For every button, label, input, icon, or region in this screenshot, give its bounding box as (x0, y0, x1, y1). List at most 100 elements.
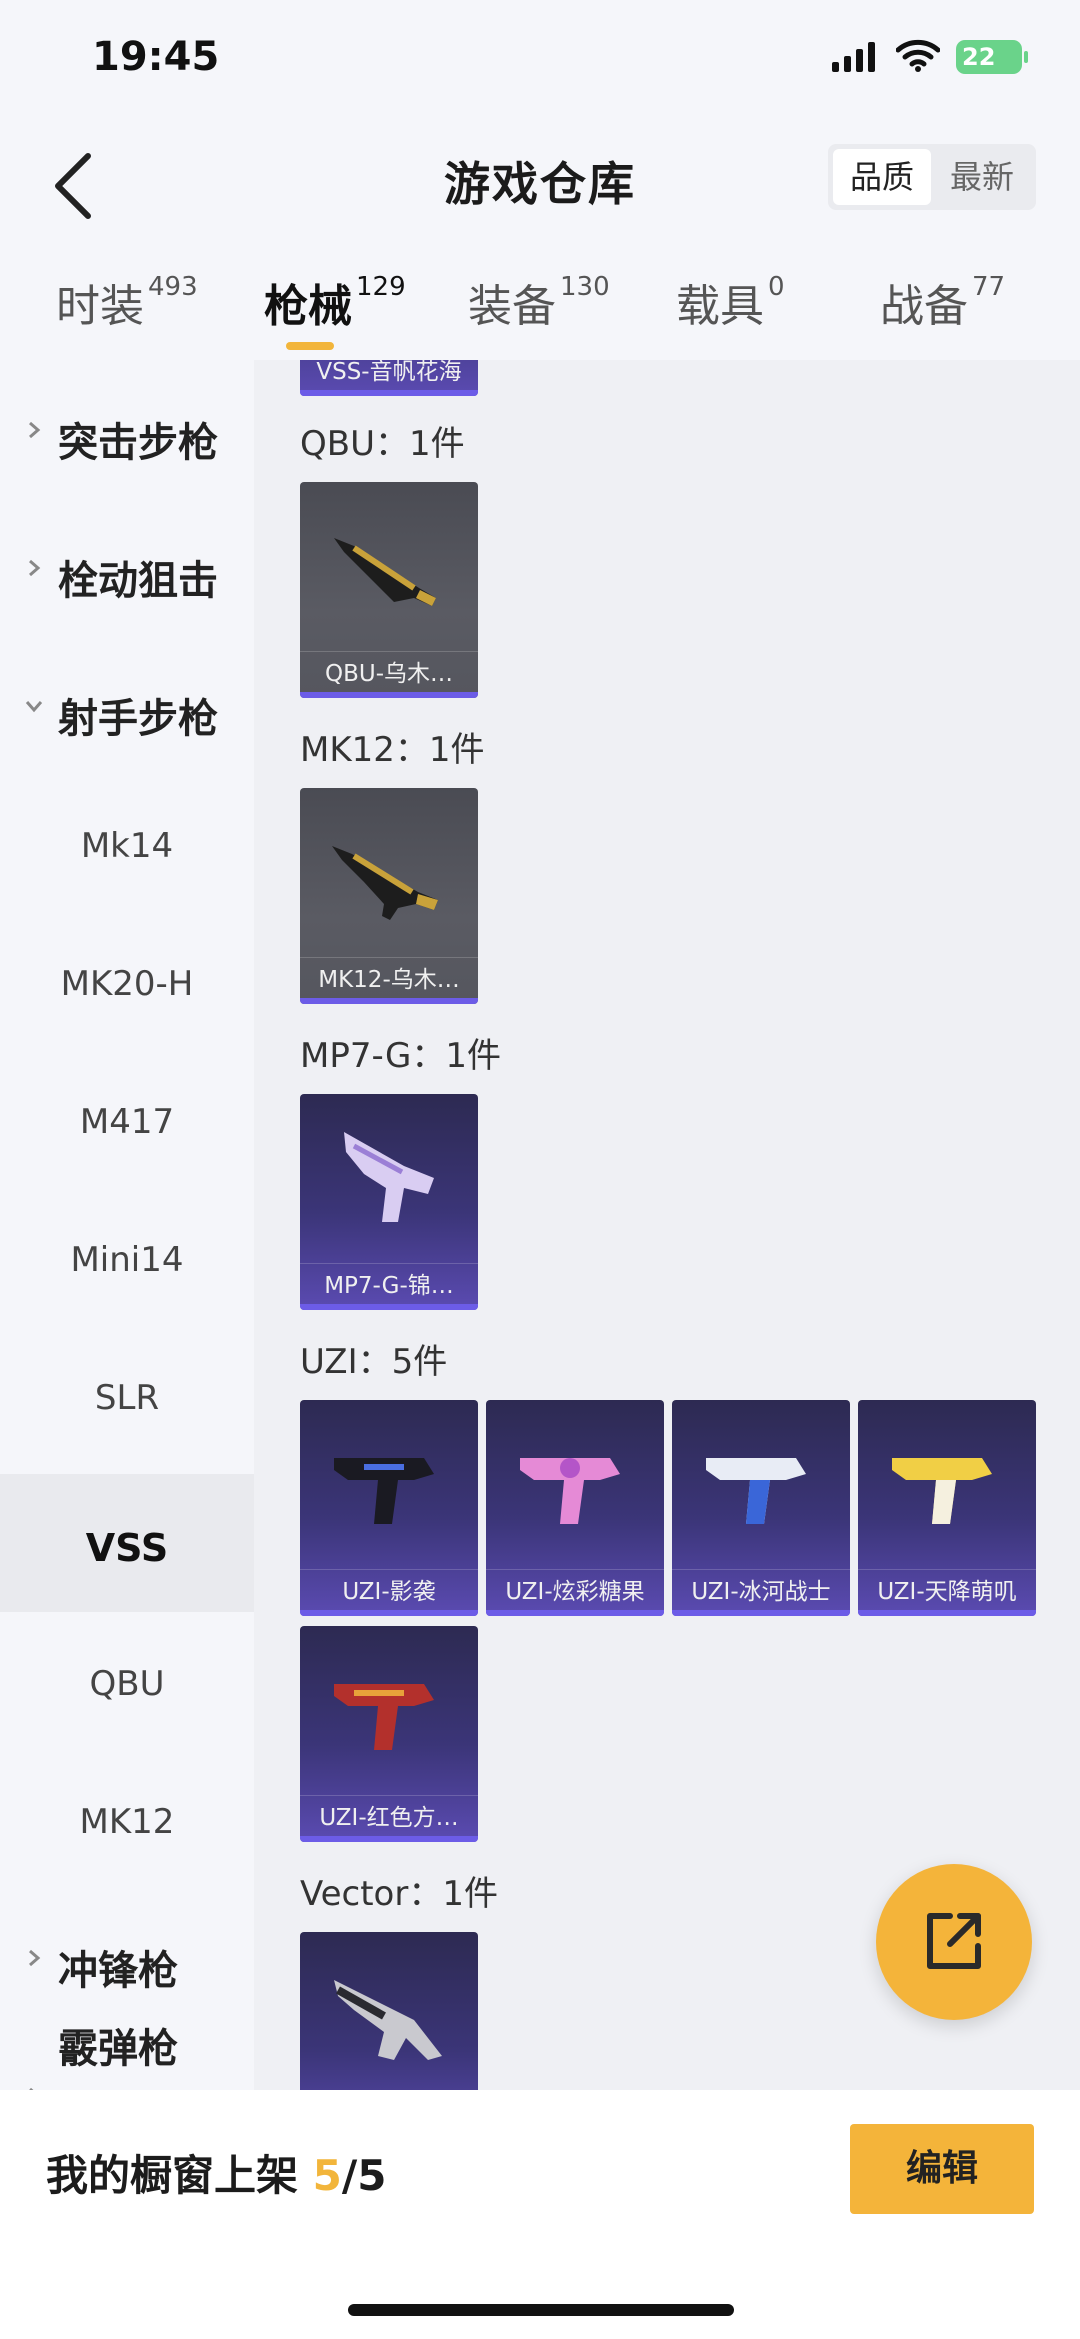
header: 游戏仓库 品质 最新 时装 493 枪械 129 装备 130 载具 0 战备 77 (0, 120, 1080, 360)
item-name: MP7-G-锦… (324, 1273, 454, 1299)
item-card[interactable]: UZI-红色方… (300, 1626, 478, 1842)
tab-label: 战备 (880, 281, 968, 332)
tab-label: 时装 (56, 281, 144, 332)
category-tabs: 时装 493 枪械 129 装备 130 载具 0 战备 77 (0, 270, 1080, 360)
sidebar-category-assault-rifle[interactable]: 突击步枪 (0, 360, 254, 498)
smg-icon (334, 1980, 442, 2060)
status-time: 19:45 (92, 34, 220, 80)
tab-count: 77 (972, 272, 1006, 302)
group-title: QBU：1件 (300, 424, 465, 464)
rarity-strip (300, 1610, 478, 1616)
item-name: UZI-天降萌叽 (877, 1579, 1017, 1605)
chevron-right-icon (29, 421, 41, 439)
sort-toggle: 品质 最新 (828, 144, 1036, 210)
sidebar-item-mini14[interactable]: Mini14 (0, 1188, 254, 1326)
tab-count: 129 (356, 272, 406, 302)
sidebar-item-label: M417 (79, 1102, 175, 1142)
showcase-total: /5 (341, 2151, 387, 2200)
card-divider (300, 957, 478, 958)
rarity-strip (300, 998, 478, 1004)
sidebar-category-label: 冲锋枪 (58, 1948, 178, 1994)
item-card[interactable]: VSS-音帆花海 (300, 360, 478, 396)
edit-button[interactable]: 编辑 (850, 2124, 1034, 2214)
tab-label: 装备 (468, 281, 556, 332)
smg-icon (344, 1132, 434, 1222)
sidebar-item-m417[interactable]: M417 (0, 1050, 254, 1188)
uzi-icon (334, 1684, 434, 1750)
tab-count: 493 (148, 272, 198, 302)
item-name: UZI-冰河战士 (691, 1579, 831, 1605)
sort-quality-button[interactable]: 品质 (833, 149, 931, 205)
sidebar-category-shotgun[interactable]: 霰弹枪 (0, 2026, 254, 2090)
sidebar-item-mk12[interactable]: MK12 (0, 1750, 254, 1888)
sidebar-item-label: SLR (94, 1378, 160, 1418)
sidebar-category-smg[interactable]: 冲锋枪 (0, 1888, 254, 2026)
uzi-icon (706, 1458, 806, 1524)
rifle-icon (332, 846, 438, 920)
status-bar: 19:45 22 (0, 0, 1080, 120)
item-card[interactable] (300, 1932, 478, 2090)
rarity-strip (300, 1304, 478, 1310)
sidebar-item-slr[interactable]: SLR (0, 1326, 254, 1464)
sidebar-item-label: VSS (85, 1526, 169, 1570)
chevron-right-icon (29, 1949, 41, 1967)
share-fab[interactable] (876, 1864, 1032, 2020)
rarity-strip (300, 692, 478, 698)
card-divider (300, 651, 478, 652)
chevron-down-icon (25, 701, 43, 713)
item-card[interactable]: UZI-影袭 (300, 1400, 478, 1616)
chevron-right-icon (29, 559, 41, 577)
rarity-strip (486, 1610, 664, 1616)
sidebar-item-mk20h[interactable]: MK20-H (0, 912, 254, 1050)
rarity-strip (300, 1836, 478, 1842)
group-title: UZI：5件 (300, 1342, 448, 1382)
card-divider (858, 1569, 1036, 1570)
tab-fashion[interactable]: 时装 493 (56, 270, 198, 360)
tab-count: 0 (768, 272, 785, 302)
uzi-icon (892, 1458, 992, 1524)
tab-supplies[interactable]: 战备 77 (880, 270, 1005, 360)
sidebar-item-qbu[interactable]: QBU (0, 1612, 254, 1750)
item-card[interactable]: MK12-乌木… (300, 788, 478, 1004)
item-name: VSS-音帆花海 (316, 360, 462, 385)
tab-equipment[interactable]: 装备 130 (468, 270, 610, 360)
uzi-icon (334, 1458, 434, 1524)
sidebar-item-label: QBU (89, 1664, 165, 1704)
item-list: VSS-音帆花海 QBU：1件 QBU-乌木… MK12：1件 MK12-乌木…… (254, 360, 1080, 2090)
sidebar-item-label: MK20-H (60, 964, 194, 1004)
item-card[interactable]: UZI-冰河战士 (672, 1400, 850, 1616)
wifi-icon (896, 39, 940, 72)
rarity-strip (858, 1610, 1036, 1616)
sidebar-category-marksman-rifle[interactable]: 射手步枪 (0, 636, 254, 774)
item-name: UZI-影袭 (342, 1579, 436, 1605)
tab-label: 载具 (676, 281, 764, 332)
sort-newest-button[interactable]: 最新 (933, 149, 1031, 205)
card-divider (300, 1795, 478, 1796)
item-card[interactable]: MP7-G-锦… (300, 1094, 478, 1310)
sidebar-item-label: Mini14 (70, 1240, 184, 1280)
item-card[interactable]: UZI-炫彩糖果 (486, 1400, 664, 1616)
showcase-label: 我的橱窗上架 5/5 (46, 2142, 386, 2203)
item-name: UZI-炫彩糖果 (505, 1579, 645, 1605)
sidebar-category-label: 突击步枪 (58, 420, 218, 466)
sidebar-category-label: 霰弹枪 (58, 2026, 178, 2072)
home-indicator[interactable] (348, 2304, 734, 2316)
item-card[interactable]: QBU-乌木… (300, 482, 478, 698)
uzi-icon (520, 1458, 620, 1524)
sidebar-item-label: MK12 (79, 1802, 175, 1842)
tab-guns[interactable]: 枪械 129 (264, 270, 406, 360)
tab-vehicles[interactable]: 载具 0 (676, 270, 785, 360)
tab-active-indicator (286, 342, 334, 350)
sidebar-category-label: 栓动狙击 (58, 558, 218, 604)
sidebar-item-vss[interactable]: VSS (0, 1474, 254, 1612)
item-name: UZI-红色方… (319, 1805, 459, 1831)
showcase-count: 5 (312, 2151, 342, 2200)
card-divider (672, 1569, 850, 1570)
battery-icon: 22 (956, 40, 1028, 74)
item-card[interactable]: UZI-天降萌叽 (858, 1400, 1036, 1616)
bottom-bar: 我的橱窗上架 5/5 编辑 (0, 2090, 1080, 2339)
sidebar-category-bolt-sniper[interactable]: 栓动狙击 (0, 498, 254, 636)
card-divider (300, 1569, 478, 1570)
sidebar-item-mk14[interactable]: Mk14 (0, 774, 254, 912)
cellular-signal-icon (832, 42, 875, 72)
